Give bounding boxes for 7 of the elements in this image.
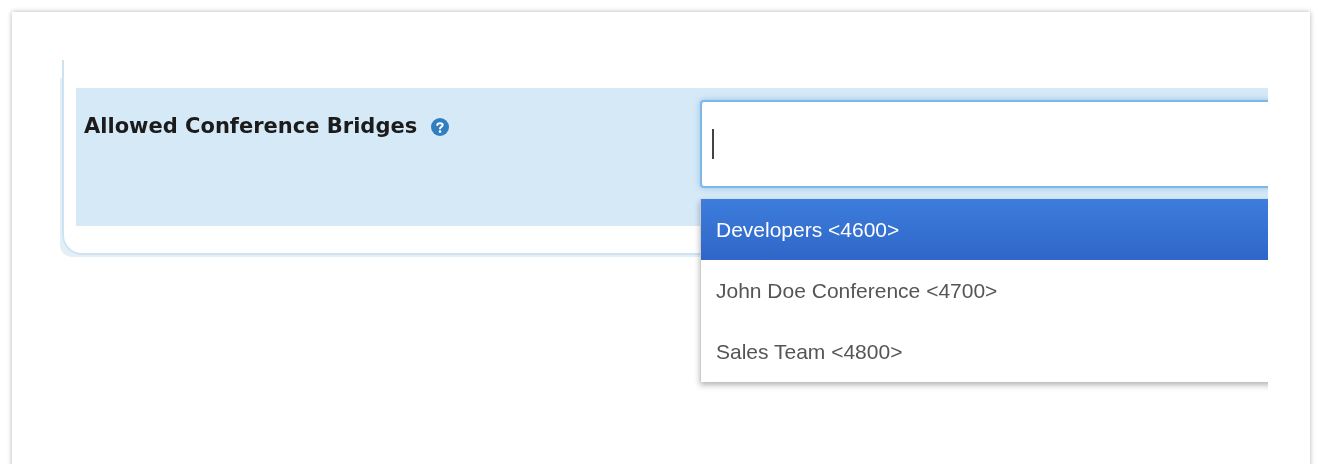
input-field[interactable]: [700, 100, 1268, 188]
suggestion-item[interactable]: John Doe Conference <4700>: [701, 260, 1268, 321]
suggestion-item[interactable]: Sales Team <4800>: [701, 321, 1268, 382]
field-label: Allowed Conference Bridges: [84, 114, 418, 138]
help-icon[interactable]: [431, 118, 450, 136]
suggestion-item[interactable]: Developers <4600>: [701, 199, 1268, 260]
text-cursor: [712, 129, 714, 159]
